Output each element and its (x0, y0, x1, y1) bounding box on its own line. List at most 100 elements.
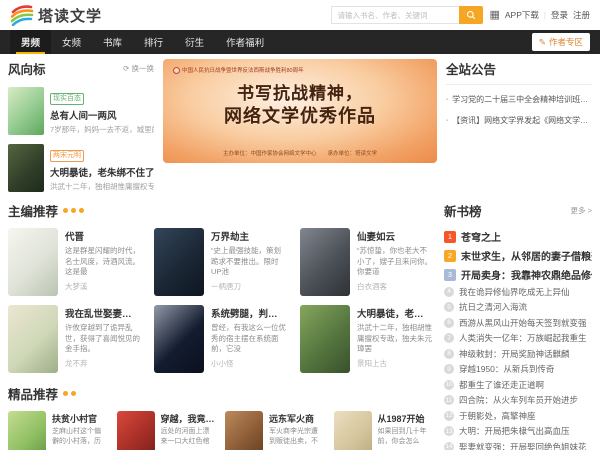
search-button[interactable] (459, 6, 483, 24)
book-card[interactable]: 扶贫小村官 芝麻山村这个偏僻的小村落，历经 唐北居 (8, 411, 107, 450)
register-link[interactable]: 注册 (573, 9, 590, 21)
book-card[interactable]: 我在乱世娶妻长生 许攸穿越到了诡异乱世，获得了喜闻悦见的金手指。 龙不弃 (8, 305, 140, 373)
rank-title: 都重生了谁还走正道啊 (459, 379, 544, 391)
book-info: 我在乱世娶妻长生 许攸穿越到了诡异乱世，获得了喜闻悦见的金手指。 龙不弃 (65, 305, 140, 373)
rank-badge: 12 (444, 411, 454, 421)
editor-picks-grid: 代晋 这是群星闪耀的时代，名士风度，诗酒风流。这是最 大梦溪 万界劫主 “史上最… (8, 228, 432, 373)
book-title[interactable]: 代晋 (65, 229, 140, 243)
book-cover[interactable] (8, 87, 44, 135)
windvane-book[interactable]: 现实百态 总有人间一两风 7岁那年，妈妈一去不返，城里的小孩 (8, 87, 154, 135)
book-cover[interactable] (117, 411, 155, 450)
book-desc: 军火商李光宗遭到贩徒出卖，不 (269, 427, 324, 447)
book-cover[interactable] (300, 228, 350, 296)
rank-badge: 6 (444, 318, 454, 328)
promo-banner[interactable]: 中国人民抗日战争暨世界反法西斯战争胜利80周年 书写抗战精神， 网络文学优秀作品… (163, 59, 437, 163)
rank-title: 神级敕封：开局奖励神话麒麟 (459, 348, 570, 360)
book-title[interactable]: 从1987开始 (378, 412, 433, 425)
rank-title: 娶妻就变强：开局娶回绝色姐妹花 (459, 441, 587, 450)
rank-item[interactable]: 11 四合院：从火车列车员开始进步 (444, 393, 592, 409)
book-cover[interactable] (8, 228, 58, 296)
nav-item[interactable]: 衍生 (174, 30, 215, 54)
book-card[interactable]: 代晋 这是群星闪耀的时代，名士风度，诗酒风流。这是最 大梦溪 (8, 228, 140, 296)
book-cover[interactable] (8, 305, 58, 373)
login-link[interactable]: 登录 (551, 9, 568, 21)
book-title[interactable]: 穿越，我竟… (161, 412, 216, 425)
more-link[interactable]: 更多 > (571, 205, 592, 216)
rank-item[interactable]: 10 都重生了谁还走正道啊 (444, 377, 592, 393)
rank-title: 末世求生，从邻居的妻子借粮开始 (461, 248, 592, 263)
category-tag[interactable]: 两宋元明 (50, 150, 84, 162)
nav-item[interactable]: 女频 (51, 30, 92, 54)
logo-icon (10, 4, 34, 26)
book-cover[interactable] (8, 411, 46, 450)
rank-item[interactable]: 9 穿越1950：从新兵到传奇 (444, 362, 592, 378)
banner-badge: 中国人民抗日战争暨世界反法西斯战争胜利80周年 (173, 66, 304, 74)
category-tag[interactable]: 现实百态 (50, 93, 84, 105)
book-author[interactable]: 一柄唐刀 (211, 281, 286, 292)
nav-item-label: 男频 (21, 35, 40, 49)
book-title[interactable]: 远东军火商 (269, 412, 324, 425)
book-cover[interactable] (300, 305, 350, 373)
rank-item[interactable]: 2 末世求生，从邻居的妻子借粮开始 (444, 246, 592, 265)
windvane-book[interactable]: 两宋元明 大明暴徒，老朱绑不住了 洪武十二年，独相胡惟庸擅权专政，独 (8, 144, 154, 192)
book-title[interactable]: 扶贫小村官 (52, 412, 107, 425)
nav-item[interactable]: 书库 (92, 30, 133, 54)
announcement-item[interactable]: ▪ 【资讯】网络文学界发起《网络文学行业… (446, 116, 592, 127)
author-zone-button[interactable]: ✎作者专区 (532, 33, 590, 51)
nav-spacer (275, 30, 532, 54)
rank-item[interactable]: 7 人类消失一亿年：万族崛起我重生 (444, 331, 592, 347)
new-book-rank-list: 1 苍穹之上 2 末世求生，从邻居的妻子借粮开始 3 开局卖身：我靠神农鼎绝品修… (444, 227, 592, 450)
app-download-link[interactable]: APP下载 (505, 9, 539, 21)
book-cover[interactable] (334, 411, 372, 450)
nav-item[interactable]: 作者福利 (215, 30, 275, 54)
book-title[interactable]: 我在乱世娶妻长生 (65, 306, 140, 320)
book-card[interactable]: 仙妻如云 “苏惊蛰，你也老大不小了，嫂子且来问你。你要道 白衣酒客 (300, 228, 432, 296)
rank-badge: 1 (444, 231, 456, 243)
rank-item[interactable]: 1 苍穹之上 (444, 227, 592, 246)
book-author[interactable]: 白衣酒客 (357, 281, 432, 292)
book-author[interactable]: 龙不弃 (65, 358, 140, 369)
book-cover[interactable] (154, 305, 204, 373)
rank-item[interactable]: 13 大明：开局把朱棣气出高血压 (444, 424, 592, 440)
book-info: 远东军火商 军火商李光宗遭到贩徒出卖，不 懵懂的少年 (269, 411, 324, 450)
banner-badge-text: 中国人民抗日战争暨世界反法西斯战争胜利80周年 (182, 66, 304, 74)
book-card[interactable]: 大明暴徒，老朱绑不… 洪武十二年，独相胡惟庸擅权专政，独夫朱元璋罢 景阳上古 (300, 305, 432, 373)
book-cover[interactable] (225, 411, 263, 450)
rank-item[interactable]: 4 我在诡异修仙界吃成无上异仙 (444, 284, 592, 300)
book-desc: “苏惊蛰，你也老大不小了，嫂子且来问你。你要道 (357, 246, 432, 277)
search-input[interactable] (331, 6, 459, 24)
book-card[interactable]: 远东军火商 军火商李光宗遭到贩徒出卖，不 懵懂的少年 (225, 411, 324, 450)
book-title[interactable]: 总有人间一两风 (50, 108, 154, 122)
rank-title: 人类消失一亿年：万族崛起我重生 (459, 332, 587, 344)
bullet-icon: ▪ (446, 95, 448, 106)
site-logo[interactable]: 塔读文学 (10, 4, 102, 26)
rank-item[interactable]: 6 西游从黑风山开始每天签到就变强 (444, 315, 592, 331)
rank-badge: 2 (444, 250, 456, 262)
rank-item[interactable]: 12 于朝影处，高擎神座 (444, 408, 592, 424)
book-title[interactable]: 系统劈腿，判给我半… (211, 306, 286, 320)
hot-dots-icon (63, 208, 84, 213)
book-title[interactable]: 仙妻如云 (357, 229, 432, 243)
rank-item[interactable]: 3 开局卖身：我靠神农鼎绝品修仙 (444, 265, 592, 284)
refresh-link[interactable]: ⟳ 换一换 (123, 63, 154, 74)
book-title[interactable]: 万界劫主 (211, 229, 286, 243)
book-card[interactable]: 系统劈腿，判给我半… 曾经，有我这么一位优秀的宿主摆在系统面前，它没 小小怪 (154, 305, 286, 373)
book-card[interactable]: 穿越，我竟… 远处的河面上漂来一口大红色棺 为梦远行 (117, 411, 216, 450)
book-author[interactable]: 小小怪 (211, 358, 286, 369)
book-card[interactable]: 从1987开始 如果回到几十年前，你会怎么 海冰玉 (334, 411, 433, 450)
search-icon (466, 10, 476, 20)
rank-item[interactable]: 8 神级敕封：开局奖励神话麒麟 (444, 346, 592, 362)
book-author[interactable]: 大梦溪 (65, 281, 140, 292)
book-author[interactable]: 景阳上古 (357, 358, 432, 369)
book-card[interactable]: 万界劫主 “史上最强技能，策划跪求不要推出。限时UP池 一柄唐刀 (154, 228, 286, 296)
book-title[interactable]: 大明暴徒，老朱绑不住了 (50, 165, 154, 179)
rank-item[interactable]: 14 娶妻就变强：开局娶回绝色姐妹花 (444, 439, 592, 450)
book-cover[interactable] (8, 144, 44, 192)
book-cover[interactable] (154, 228, 204, 296)
book-title[interactable]: 大明暴徒，老朱绑不… (357, 306, 432, 320)
rank-item[interactable]: 5 抗日之清河入海流 (444, 300, 592, 316)
nav-item[interactable]: 排行 (133, 30, 174, 54)
announcement-item[interactable]: ▪ 学习党的二十届三中全会精神培训班举办 (446, 95, 592, 106)
rank-title: 穿越1950：从新兵到传奇 (459, 363, 554, 375)
nav-item[interactable]: 男频 (10, 30, 51, 54)
